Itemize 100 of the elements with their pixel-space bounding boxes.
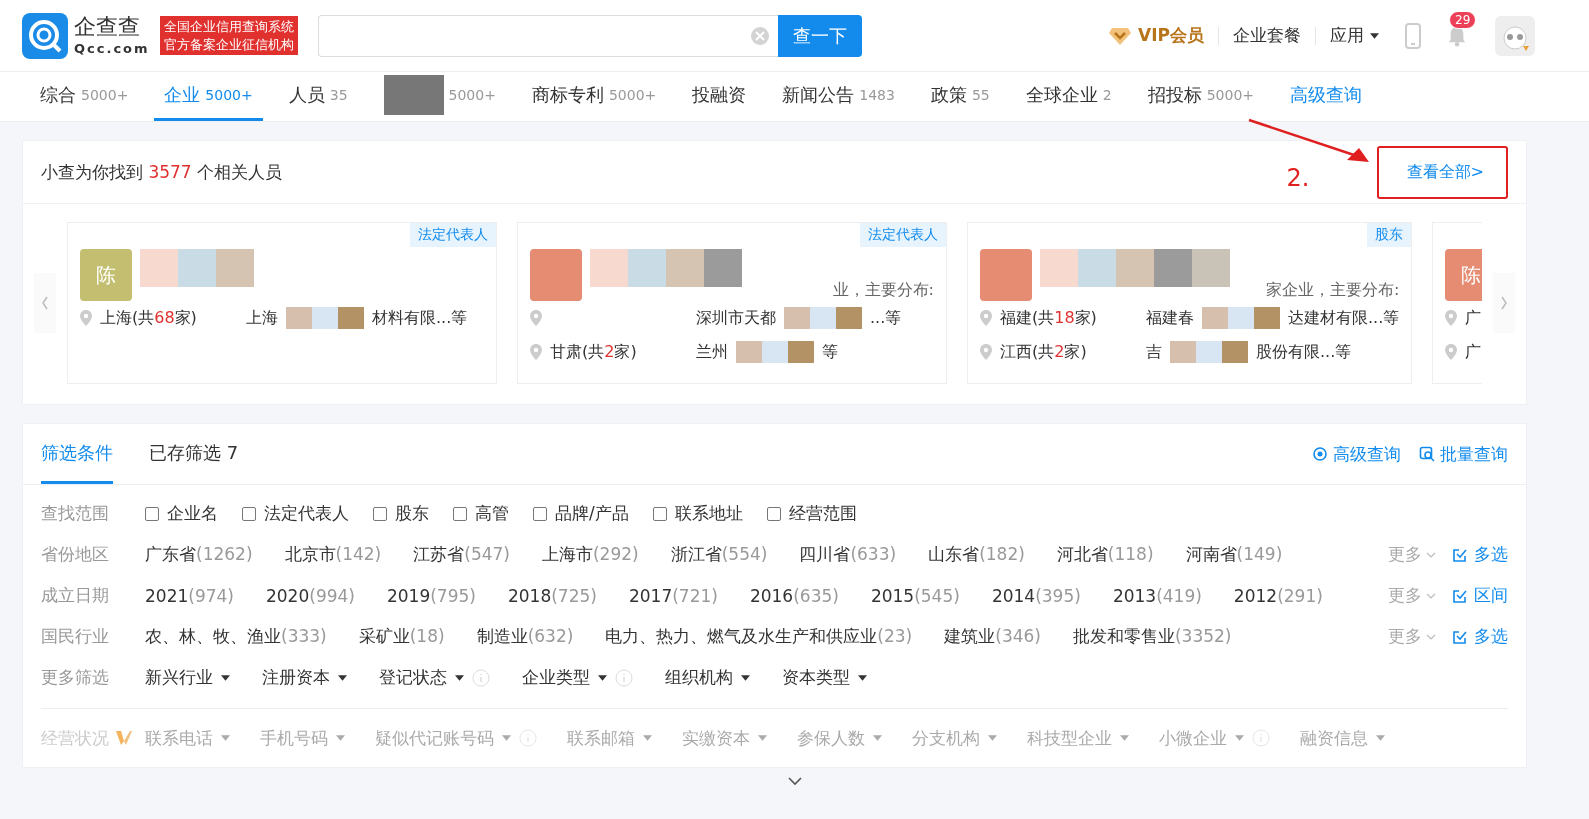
- filter-option[interactable]: 2016(635): [749, 585, 839, 606]
- filter-tab[interactable]: 筛选条件: [41, 424, 113, 484]
- caret-icon: [336, 735, 345, 741]
- filter-dropdown[interactable]: 组织机构: [665, 666, 750, 689]
- search-button[interactable]: 查一下: [777, 14, 862, 57]
- filter-option[interactable]: 2020(994): [266, 585, 355, 606]
- role-tag: 股东: [1367, 223, 1412, 247]
- filter-option[interactable]: 电力、热力、燃气及水生产和供应业(23): [605, 625, 913, 648]
- tab-count: 5000+: [448, 87, 496, 103]
- location-pin-icon: [1445, 344, 1458, 360]
- checkbox[interactable]: [652, 506, 667, 521]
- caret-icon: [1120, 735, 1129, 741]
- vip-link[interactable]: VIP会员: [1138, 24, 1204, 47]
- nav-tab[interactable]: 全球企业 2: [1015, 72, 1122, 121]
- filter-dropdown[interactable]: 资本类型: [782, 666, 867, 689]
- filter-option[interactable]: 浙江省(554): [670, 543, 768, 566]
- filter-option[interactable]: 上海市(292): [541, 543, 639, 566]
- filter-tab[interactable]: 已存筛选 7: [149, 424, 239, 484]
- checkbox[interactable]: [373, 506, 387, 521]
- multi-select-link[interactable]: 多选: [1452, 543, 1508, 566]
- checkbox[interactable]: [145, 506, 159, 521]
- tab-count: 35: [329, 87, 348, 103]
- filter-dropdown[interactable]: 注册资本: [262, 666, 347, 689]
- avatar-icon[interactable]: [1495, 15, 1535, 56]
- filter-option[interactable]: 2015(545): [870, 585, 960, 606]
- person-card[interactable]: 法定代表人 陈 上海(共68家) 上海 材料有限...等: [67, 222, 497, 384]
- filter-option[interactable]: 江苏省(547): [413, 543, 510, 566]
- filter-option[interactable]: 采矿业(18): [358, 625, 445, 648]
- caret-icon: [643, 735, 652, 741]
- apps-menu[interactable]: 应用: [1330, 24, 1379, 47]
- filter-option[interactable]: 河北省(118): [1056, 543, 1154, 566]
- nav-tab[interactable]: 商标专利 5000+: [521, 72, 667, 121]
- logo-domain: Qcc.com: [74, 42, 150, 55]
- checkbox[interactable]: [766, 506, 781, 521]
- company-name: 材料有限...等: [372, 307, 468, 329]
- logo-icon[interactable]: [22, 12, 68, 59]
- filter-option[interactable]: 2013(419): [1112, 585, 1202, 606]
- nav-tab[interactable]: 政策 55: [920, 72, 1000, 121]
- checkbox[interactable]: [242, 506, 256, 521]
- nav-tab[interactable]: 人员 35: [278, 72, 358, 121]
- person-card[interactable]: 股东 家企业，主要分布: 福建(共18家) 福建春 达建材有限...等 江西(共2家) 吉 股份有限...等: [967, 222, 1413, 384]
- filter-option[interactable]: 河南省(149): [1185, 543, 1283, 566]
- filter-option[interactable]: 山东省(182): [928, 543, 1025, 566]
- filter-dropdown[interactable]: 新兴行业: [145, 666, 230, 689]
- company-summary: 家企业，主要分布:: [1265, 280, 1400, 301]
- filter-option[interactable]: 建筑业(346): [944, 625, 1041, 648]
- company-summary: 业，主要分布:: [832, 280, 934, 301]
- scope-checkbox[interactable]: 联系地址: [652, 502, 743, 525]
- filter-dropdown[interactable]: 登记状态: [379, 666, 464, 689]
- chevron-down-icon: [1426, 633, 1436, 640]
- filter-option[interactable]: 2014(395): [991, 585, 1081, 606]
- multi-select-link[interactable]: 多选: [1452, 625, 1508, 648]
- filter-option[interactable]: 制造业(632): [476, 625, 574, 648]
- tab-label: 政策: [930, 83, 967, 107]
- caret-icon: [1370, 32, 1379, 39]
- plans-link[interactable]: 企业套餐: [1233, 24, 1301, 47]
- filter-option[interactable]: 2021(974): [145, 585, 234, 606]
- filter-dropdown[interactable]: 企业类型: [522, 666, 607, 689]
- advanced-search-link[interactable]: 高级查询: [1312, 442, 1401, 466]
- advanced-search-link[interactable]: 高级查询: [1280, 72, 1372, 121]
- location-pin-icon: [530, 310, 542, 326]
- location-pin-icon: [1445, 310, 1458, 326]
- nav-tab[interactable]: 招投标 5000+: [1137, 72, 1264, 121]
- expand-chevron-icon[interactable]: [786, 776, 803, 786]
- filter-option[interactable]: 农、林、牧、渔业(333): [145, 625, 327, 648]
- nav-tab[interactable]: 企业 5000+: [154, 72, 263, 121]
- view-all-link[interactable]: 查看全部>: [1376, 145, 1508, 199]
- annotation-number: 2.: [1286, 163, 1310, 192]
- filter-option[interactable]: 批发和零售业(3352): [1072, 625, 1232, 648]
- multi-select-link[interactable]: 区间: [1452, 584, 1508, 607]
- tab-label: 综合: [40, 83, 76, 107]
- nav-tab[interactable]: 综合 5000+: [30, 72, 139, 121]
- region-count: 江西(共2家): [1000, 341, 1087, 361]
- filter-option[interactable]: 2019(795): [386, 585, 476, 606]
- tab-label: 投融资: [692, 83, 747, 107]
- tab-count: 5000+: [205, 87, 253, 103]
- checkbox[interactable]: [533, 506, 547, 521]
- scope-checkbox[interactable]: 品牌/产品: [533, 502, 629, 525]
- person-card[interactable]: 法定代表人 业，主要分布: 深圳市天都 ...等 甘肃(共2家) 兰州 等: [517, 222, 947, 384]
- filter-option[interactable]: 2012(291): [1233, 585, 1323, 606]
- nav-tab[interactable]: 新闻公告 1483: [772, 72, 905, 121]
- scope-checkbox[interactable]: 企业名: [145, 502, 218, 525]
- nav-tab[interactable]: 投融资: [682, 72, 757, 121]
- search-field[interactable]: [317, 14, 778, 57]
- filter-option[interactable]: 2018(725): [507, 585, 597, 606]
- scope-checkbox[interactable]: 法定代表人: [242, 502, 349, 525]
- batch-search-link[interactable]: 批量查询: [1419, 442, 1508, 466]
- filter-option[interactable]: 四川省(633): [799, 543, 897, 566]
- scope-checkbox[interactable]: 经营范围: [766, 502, 857, 525]
- search-icon: [1419, 446, 1435, 462]
- checkbox[interactable]: [453, 506, 467, 521]
- filter-option[interactable]: 北京市(142): [284, 543, 382, 566]
- scope-checkbox[interactable]: 高管: [453, 502, 509, 525]
- filter-option[interactable]: 广东省(1262): [145, 543, 253, 566]
- caret-icon: [221, 735, 230, 741]
- chevron-down-icon: [1426, 592, 1436, 599]
- company-name: 深圳市天都: [696, 307, 776, 329]
- scope-checkbox[interactable]: 股东: [373, 502, 429, 525]
- filter-option[interactable]: 2017(721): [628, 585, 718, 606]
- tab-count: 1483: [859, 87, 895, 103]
